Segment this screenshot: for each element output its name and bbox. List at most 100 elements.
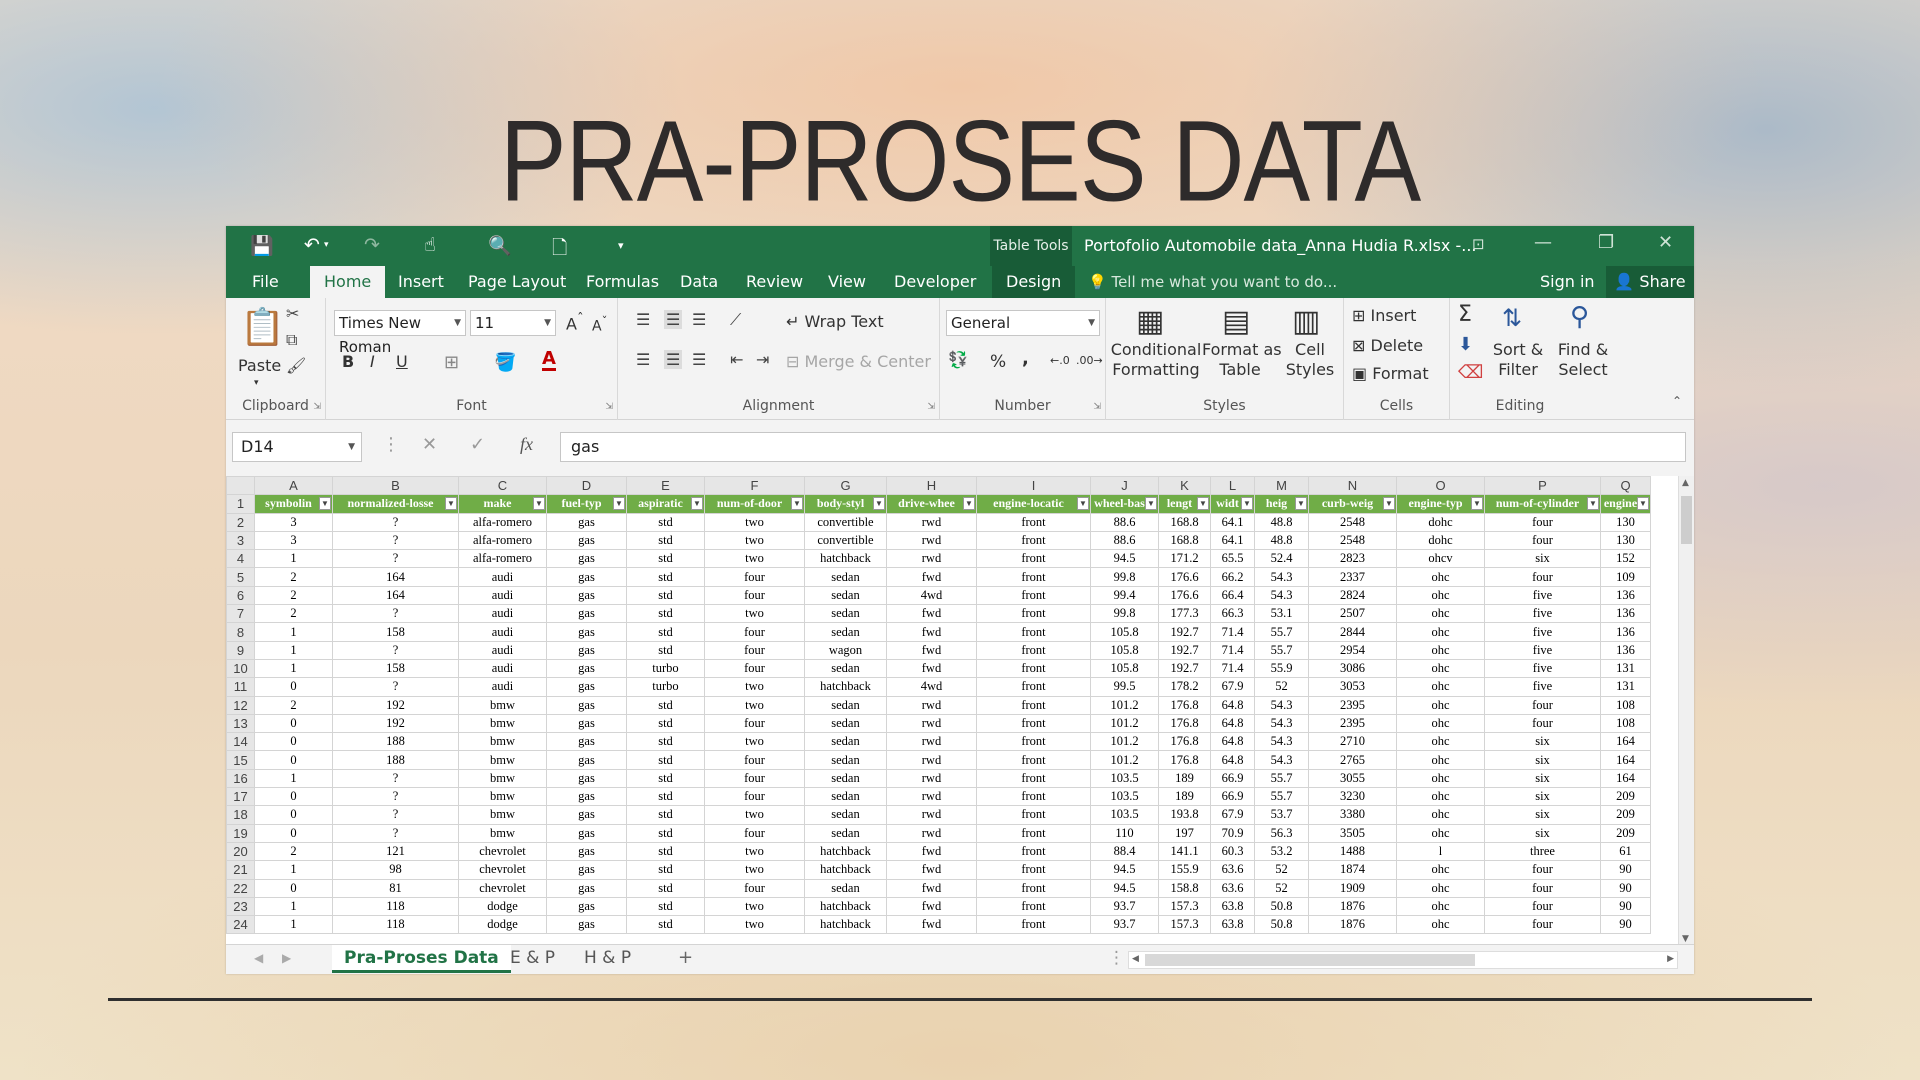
table-cell[interactable]: 2 — [254, 585, 333, 606]
table-cell[interactable]: 193.8 — [1158, 805, 1211, 825]
table-cell[interactable]: five — [1484, 658, 1601, 679]
table-cell[interactable]: 3380 — [1308, 805, 1397, 825]
table-cell[interactable]: 48.8 — [1254, 512, 1309, 532]
table-cell[interactable]: ohc — [1396, 915, 1485, 935]
filter-dropdown-icon[interactable]: ▼ — [445, 497, 457, 511]
table-header-cell[interactable]: fuel-typ ▼ — [546, 494, 627, 514]
table-cell[interactable]: 1 — [254, 658, 333, 679]
table-cell[interactable]: four — [1484, 878, 1601, 898]
table-cell[interactable]: two — [704, 915, 805, 935]
scroll-right-icon[interactable]: ▶ — [1667, 954, 1674, 964]
table-cell[interactable]: sedan — [804, 658, 887, 679]
table-cell[interactable]: audi — [458, 604, 547, 624]
table-cell[interactable]: turbo — [626, 677, 705, 697]
table-cell[interactable]: 103.5 — [1090, 768, 1159, 789]
paste-dropdown-icon[interactable]: ▾ — [254, 378, 259, 388]
format-cells-button[interactable]: ▣ Format — [1352, 364, 1429, 383]
filter-dropdown-icon[interactable]: ▼ — [1197, 497, 1209, 511]
table-cell[interactable]: rwd — [886, 750, 977, 770]
table-cell[interactable]: front — [976, 768, 1091, 789]
clipboard-launcher-icon[interactable]: ⇲ — [313, 402, 321, 412]
table-cell[interactable]: gas — [546, 530, 627, 551]
table-cell[interactable]: 131 — [1600, 658, 1651, 679]
table-cell[interactable]: 155.9 — [1158, 860, 1211, 880]
table-cell[interactable]: fwd — [886, 915, 977, 935]
font-launcher-icon[interactable]: ⇲ — [605, 402, 613, 412]
tab-formulas[interactable]: Formulas — [572, 266, 673, 298]
table-cell[interactable]: ohc — [1396, 677, 1485, 697]
table-cell[interactable]: hatchback — [804, 915, 887, 935]
table-cell[interactable]: 54.3 — [1254, 567, 1309, 587]
table-cell[interactable]: 2507 — [1308, 604, 1397, 624]
table-cell[interactable]: bmw — [458, 768, 547, 789]
table-cell[interactable]: 101.2 — [1090, 713, 1159, 734]
table-cell[interactable]: two — [704, 512, 805, 532]
table-cell[interactable]: gas — [546, 878, 627, 898]
table-header-cell[interactable]: aspiratic ▼ — [626, 494, 705, 514]
next-sheet-icon[interactable]: ▶ — [270, 945, 303, 973]
table-cell[interactable]: front — [976, 695, 1091, 715]
sheet-tab-e-p[interactable]: E & P — [498, 945, 567, 973]
tell-me-search[interactable]: 💡 Tell me what you want to do... — [1088, 266, 1337, 298]
table-cell[interactable]: 2548 — [1308, 530, 1397, 551]
fill-icon[interactable]: ⬇ — [1458, 334, 1473, 355]
table-cell[interactable]: turbo — [626, 658, 705, 679]
table-cell[interactable]: fwd — [886, 860, 977, 880]
table-cell[interactable]: gas — [546, 841, 627, 862]
table-cell[interactable]: 1876 — [1308, 896, 1397, 917]
table-cell[interactable]: 50.8 — [1254, 915, 1309, 935]
table-cell[interactable]: alfa-romero — [458, 512, 547, 532]
select-all-corner[interactable] — [226, 476, 255, 496]
table-cell[interactable]: bmw — [458, 787, 547, 807]
table-cell[interactable]: 1 — [254, 860, 333, 880]
sign-in-link[interactable]: Sign in — [1540, 266, 1595, 298]
table-cell[interactable]: front — [976, 677, 1091, 697]
table-cell[interactable]: 176.8 — [1158, 713, 1211, 734]
table-cell[interactable]: gas — [546, 695, 627, 715]
table-cell[interactable]: 197 — [1158, 823, 1211, 843]
table-cell[interactable]: 88.4 — [1090, 841, 1159, 862]
table-cell[interactable]: 99.4 — [1090, 585, 1159, 606]
table-cell[interactable]: 90 — [1600, 915, 1651, 935]
table-cell[interactable]: ohc — [1396, 860, 1485, 880]
row-header[interactable]: 8 — [226, 622, 255, 642]
table-cell[interactable]: 3055 — [1308, 768, 1397, 789]
table-cell[interactable]: 2824 — [1308, 585, 1397, 606]
table-cell[interactable]: gas — [546, 805, 627, 825]
table-header-cell[interactable]: num-of-cylinder ▼ — [1484, 494, 1601, 514]
table-cell[interactable]: bmw — [458, 750, 547, 770]
table-cell[interactable]: 1 — [254, 896, 333, 917]
table-cell[interactable]: front — [976, 604, 1091, 624]
row-header[interactable]: 16 — [226, 768, 255, 789]
table-cell[interactable]: dohc — [1396, 530, 1485, 551]
table-cell[interactable]: five — [1484, 622, 1601, 642]
table-cell[interactable]: 1 — [254, 640, 333, 660]
tab-view[interactable]: View — [814, 266, 880, 298]
table-cell[interactable]: gas — [546, 750, 627, 770]
table-cell[interactable]: front — [976, 896, 1091, 917]
sort-filter-icon[interactable]: ⇅ — [1502, 304, 1522, 332]
table-cell[interactable]: ohc — [1396, 732, 1485, 752]
table-cell[interactable]: four — [704, 622, 805, 642]
table-cell[interactable]: alfa-romero — [458, 530, 547, 551]
table-cell[interactable]: ? — [332, 512, 459, 532]
table-cell[interactable]: front — [976, 713, 1091, 734]
vertical-scroll-thumb[interactable] — [1681, 496, 1692, 544]
table-cell[interactable]: ohc — [1396, 622, 1485, 642]
table-cell[interactable]: std — [626, 622, 705, 642]
sheet-tab-pra-proses-data[interactable]: Pra-Proses Data — [332, 945, 511, 973]
table-cell[interactable]: 64.8 — [1210, 732, 1255, 752]
table-cell[interactable]: five — [1484, 640, 1601, 660]
table-cell[interactable]: 178.2 — [1158, 677, 1211, 697]
row-header[interactable]: 5 — [226, 567, 255, 587]
row-header[interactable]: 13 — [226, 713, 255, 734]
table-cell[interactable]: 121 — [332, 841, 459, 862]
table-cell[interactable]: 4wd — [886, 585, 977, 606]
table-cell[interactable]: 54.3 — [1254, 713, 1309, 734]
table-cell[interactable]: two — [704, 896, 805, 917]
table-cell[interactable]: std — [626, 695, 705, 715]
table-cell[interactable]: ? — [332, 640, 459, 660]
table-cell[interactable]: 209 — [1600, 823, 1651, 843]
table-cell[interactable]: std — [626, 732, 705, 752]
tab-home[interactable]: Home — [310, 266, 386, 298]
